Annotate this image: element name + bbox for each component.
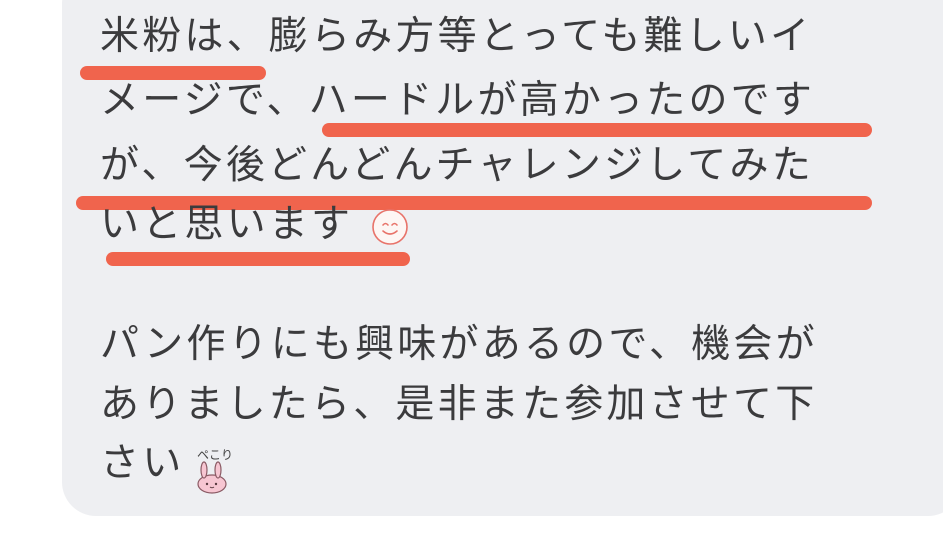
message-line: メージで、ハードルが高かったのです bbox=[100, 78, 816, 123]
message-line: ありましたら、是非また参加させて下 bbox=[100, 382, 818, 427]
sticker-caption: ペこり bbox=[197, 448, 234, 462]
message-line: パン作りにも興味があるので、機会が bbox=[100, 322, 818, 367]
message-line: いと思います bbox=[100, 202, 354, 247]
message-line: が、今後どんどんチャレンジしてみた bbox=[100, 143, 814, 188]
highlight-stroke bbox=[106, 252, 410, 266]
highlight-stroke bbox=[322, 123, 872, 137]
smiley-face-icon bbox=[372, 209, 408, 245]
message-line: 米粉は、膨らみ方等とっても難しいイ bbox=[100, 14, 813, 59]
message-line: さい bbox=[100, 441, 185, 486]
